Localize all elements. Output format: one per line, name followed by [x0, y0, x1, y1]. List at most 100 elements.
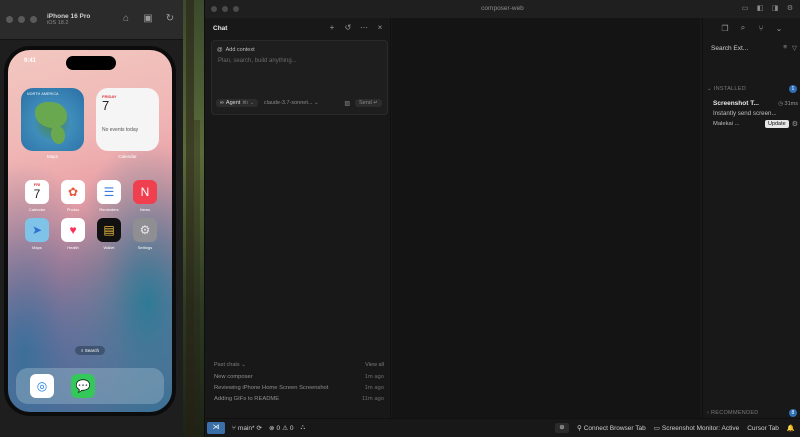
connect-browser-tab[interactable]: ⚲ Connect Browser Tab — [577, 424, 646, 433]
at-icon: @ — [217, 47, 223, 53]
maps-widget-label: Maps — [46, 154, 58, 159]
toggle-sidebar-icon[interactable]: ◧ — [756, 4, 764, 12]
chat-input[interactable]: Plan, search, build anything... — [218, 58, 297, 64]
customize-layout-icon[interactable]: ⚙ — [786, 4, 794, 12]
model-label: claude-3.7-sonnet... — [263, 100, 313, 106]
sync-icon: ⟳ — [256, 425, 262, 432]
editor-area[interactable] — [392, 18, 700, 418]
past-chat-item[interactable]: Reviewing iPhone Home Screen Screenshot 1… — [214, 385, 384, 391]
send-button[interactable]: Send ↵ — [355, 99, 382, 107]
window-controls — [6, 16, 37, 23]
installed-section-header[interactable]: ⌄ INSTALLED 1 — [707, 84, 797, 94]
update-button[interactable]: Update — [764, 120, 789, 128]
zoom-dot[interactable] — [30, 16, 37, 23]
news-icon: N — [140, 185, 150, 199]
maps-widget[interactable]: NORTH AMERICA — [21, 88, 84, 151]
chevron-down-icon: ⌄ — [250, 100, 254, 105]
past-chats-title: Past chats — [214, 362, 240, 368]
spotlight-search-button[interactable]: ⌕ Search — [75, 346, 105, 355]
iphone-frame: 9:41 NORTH AMERICA Maps FRIDAY 7 No even… — [4, 46, 176, 416]
app-icon-calendar[interactable]: 7 FRI — [25, 180, 49, 204]
history-icon[interactable]: ↺ — [344, 23, 352, 32]
model-selector[interactable]: claude-3.7-sonnet... ⌄ — [264, 100, 319, 106]
screenshot-monitor-status[interactable]: ▭ Screenshot Monitor: Active — [653, 424, 739, 433]
add-context-label: Add context — [225, 47, 255, 53]
home-screen[interactable]: 9:41 NORTH AMERICA Maps FRIDAY 7 No even… — [8, 50, 172, 412]
map-land — [51, 126, 65, 144]
rotate-icon[interactable]: ↻ — [165, 14, 175, 24]
files-icon[interactable]: ❐ — [721, 24, 729, 33]
reminders-icon: ☰ — [103, 185, 115, 199]
problems-indicator[interactable]: ⊗ 0 ⚠ 0 — [269, 424, 294, 433]
mode-selector[interactable]: ∞ Agent ⌘I ⌄ — [216, 99, 258, 107]
dock: ◎ 💬 — [16, 368, 164, 404]
chat-tools: + ↺ ⋯ × — [328, 23, 384, 32]
toggle-panel-icon[interactable]: ▭ — [741, 4, 749, 12]
app-icon-reminders[interactable]: ☰ — [97, 180, 121, 204]
window-title: composer-web — [481, 5, 524, 12]
add-context-button[interactable]: @ Add context — [217, 45, 255, 55]
app-icon-news[interactable]: N — [133, 180, 157, 204]
past-chats-list: New composer 1m ago Reviewing iPhone Home … — [214, 374, 384, 402]
home-icon[interactable]: ⌂ — [121, 14, 131, 24]
clear-filter-icon[interactable]: ≡ — [783, 44, 787, 52]
calendar-app-weekday: FRI — [33, 182, 41, 187]
recommended-section-header[interactable]: › RECOMMENDED 8 — [707, 408, 797, 418]
composer-toolbar: ∞ Agent ⌘I ⌄ claude-3.7-sonnet... ⌄ ▨ Se… — [216, 98, 382, 108]
past-chats-label[interactable]: Past chats ⌄ — [214, 362, 246, 368]
photos-icon: ✿ — [67, 185, 79, 199]
minimize-dot[interactable] — [18, 16, 25, 23]
app-icon-photos[interactable]: ✿ — [61, 180, 85, 204]
dock-app-messages[interactable]: 💬 — [71, 374, 95, 398]
app-icon-maps[interactable]: ➤ — [25, 218, 49, 242]
past-chat-item[interactable]: Adding GIFs to README 11m ago — [214, 396, 384, 402]
monitor-icon: ▭ — [653, 425, 660, 432]
app-icon-wallet[interactable]: ▤ — [97, 218, 121, 242]
app-label: Calendar — [28, 207, 46, 212]
calendar-widget-label: Calendar — [118, 154, 137, 159]
zoom-icon[interactable]: ⊕ — [554, 423, 569, 433]
app-label: Maps — [32, 245, 42, 250]
cursor-tab-status[interactable]: Cursor Tab — [747, 425, 779, 432]
app-icon-settings[interactable]: ⚙ — [133, 218, 157, 242]
mode-label: Agent — [225, 100, 241, 106]
extension-publisher-row: Malekai ... Update ⚙ — [713, 120, 798, 128]
remote-icon[interactable]: ⋊ — [207, 422, 225, 434]
composer-actions: ▨ Send ↵ — [344, 99, 382, 107]
close-icon[interactable]: × — [376, 23, 384, 32]
messages-icon: 💬 — [75, 379, 91, 393]
bell-icon[interactable]: 🔔 — [787, 424, 795, 432]
app-icon-health[interactable]: ♥ — [61, 218, 85, 242]
source-control-icon[interactable]: ⑂ — [757, 24, 765, 33]
mode-shortcut: ⌘I — [242, 100, 249, 105]
past-chat-item[interactable]: New composer 1m ago — [214, 374, 384, 380]
image-icon[interactable]: ▨ — [344, 100, 350, 107]
background-tree — [194, 120, 200, 437]
close-dot[interactable] — [6, 16, 13, 23]
view-all-link[interactable]: View all — [365, 362, 384, 368]
search-icon[interactable]: ⌕ — [739, 23, 747, 33]
simulator-title: iPhone 16 Pro iOS 18.2 — [47, 13, 90, 26]
app-label: News — [139, 207, 150, 212]
activation-time-value: 31ms — [784, 100, 798, 107]
dock-app-safari[interactable]: ◎ — [30, 374, 54, 398]
extensions-search-actions: ≡ ▽ — [783, 44, 797, 52]
ports-icon[interactable]: ⛬ — [301, 424, 306, 432]
screenshot-icon[interactable]: ▣ — [143, 14, 153, 24]
search-label: Search — [84, 348, 100, 353]
app-label: Reminders — [99, 207, 119, 212]
gear-icon[interactable]: ⚙ — [792, 120, 798, 128]
app-label: Photos — [66, 207, 80, 212]
new-chat-icon[interactable]: + — [328, 23, 336, 32]
past-chats: Past chats ⌄ View all New composer 1m ago… — [214, 362, 384, 407]
toggle-secondary-sidebar-icon[interactable]: ◨ — [771, 4, 779, 12]
calendar-day: 7 — [102, 98, 110, 113]
chevron-down-icon: ⌄ — [707, 86, 714, 92]
filter-icon[interactable]: ▽ — [792, 44, 797, 52]
calendar-widget[interactable]: FRIDAY 7 No events today — [96, 88, 159, 151]
extensions-search-input[interactable]: Search Ext... ≡ ▽ — [711, 42, 797, 54]
branch-indicator[interactable]: ⑂ main* ⟳ — [232, 424, 262, 433]
extension-item[interactable]: Screenshot T... ◷ 31ms Instantly send sc… — [713, 100, 798, 128]
chevron-down-icon[interactable]: ⌄ — [775, 24, 783, 33]
more-icon[interactable]: ⋯ — [360, 23, 368, 32]
